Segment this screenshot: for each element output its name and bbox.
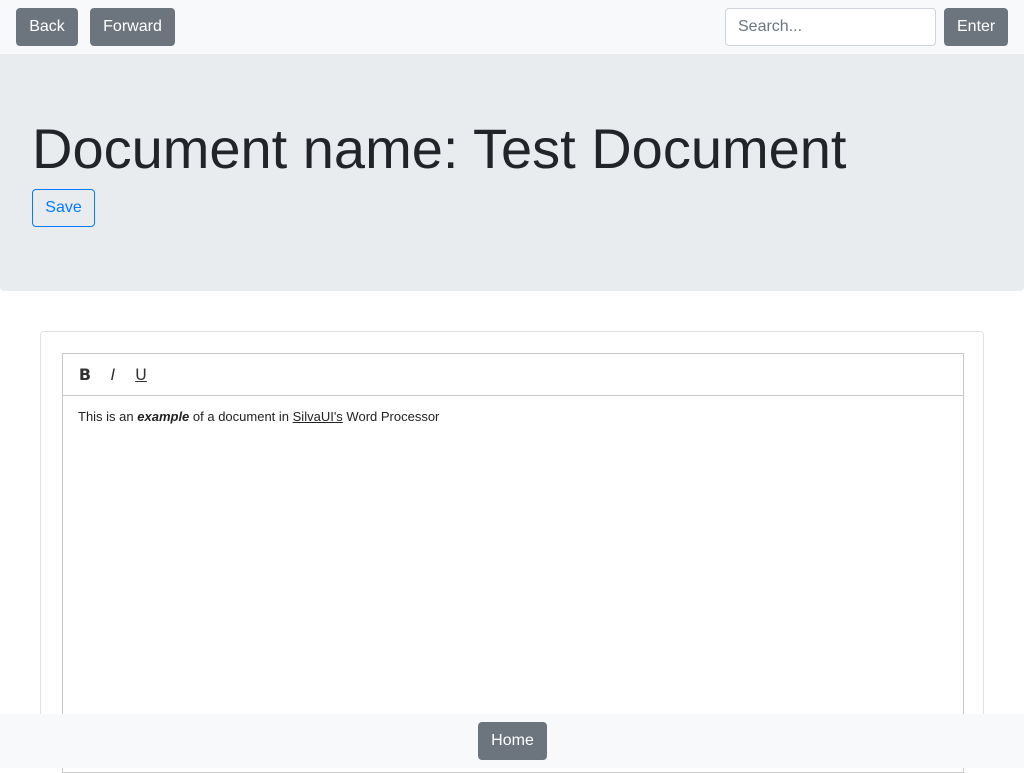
content-bold-italic-text: example [137,409,190,424]
content-text: This is an [78,409,138,424]
document-header: Document name: Test Document Save [0,54,1024,291]
forward-button[interactable]: Forward [90,8,175,46]
page-title: Document name: Test Document [32,117,847,180]
content-underlined-text: SilvaUI's [292,409,343,424]
enter-button[interactable]: Enter [944,8,1008,46]
content-text: Word Processor [342,409,440,424]
italic-icon[interactable]: I [101,365,125,385]
rich-text-editor: B I U This is an example of a document i… [62,353,964,773]
footer-bar: Home [0,714,1024,768]
top-navbar: Back Forward Enter [0,0,1024,54]
document-content[interactable]: This is an example of a document in Silv… [63,396,963,438]
editor-card: B I U This is an example of a document i… [40,331,984,773]
back-button[interactable]: Back [16,8,78,46]
bold-icon[interactable]: B [73,365,97,385]
content-text: of a document in [189,409,293,424]
save-button[interactable]: Save [32,189,95,227]
search-input[interactable] [725,8,936,46]
home-button[interactable]: Home [478,722,547,760]
editor-toolbar: B I U [63,354,963,396]
underline-icon[interactable]: U [129,365,153,385]
